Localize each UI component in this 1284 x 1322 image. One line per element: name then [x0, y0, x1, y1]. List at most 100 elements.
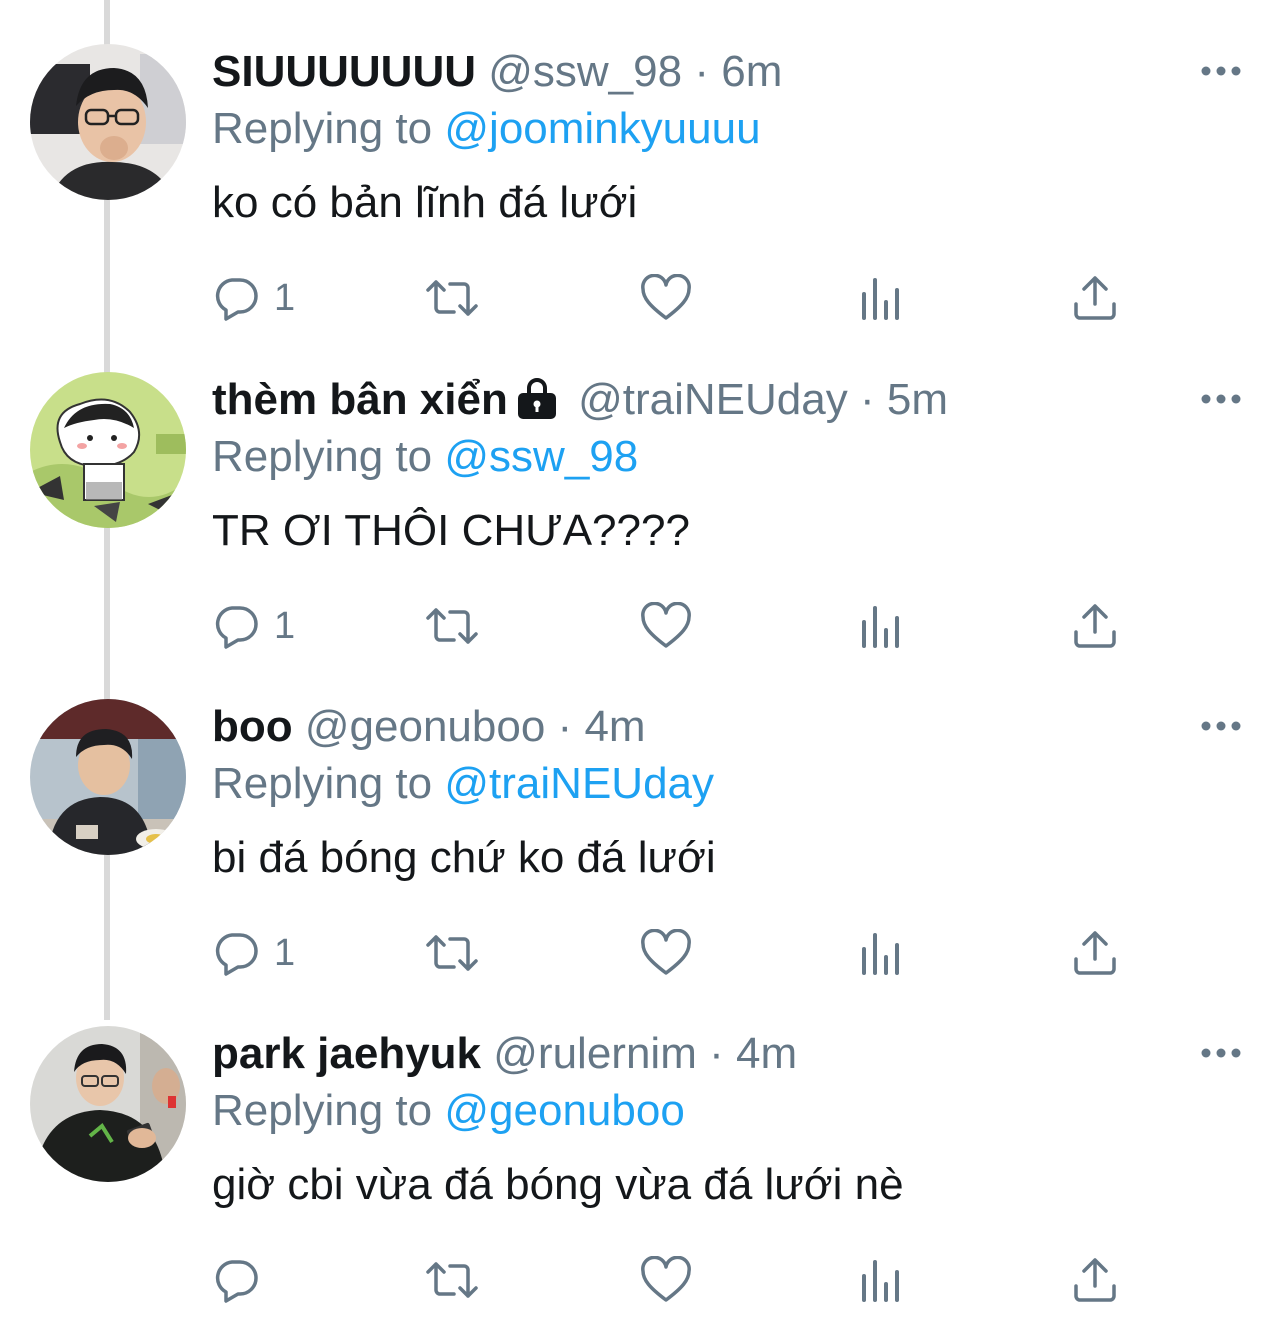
retweet-button[interactable] — [422, 925, 482, 981]
analytics-icon — [862, 606, 899, 648]
more-options-button[interactable] — [1198, 713, 1244, 739]
more-icon — [1201, 721, 1241, 731]
more-icon — [1201, 1048, 1241, 1058]
heart-icon — [641, 929, 691, 975]
reply-count: 1 — [274, 276, 296, 319]
tweet-actions: 1 — [212, 598, 1132, 654]
lock-icon — [517, 378, 556, 419]
replying-to: Replying to @geonuboo — [212, 1083, 685, 1139]
user-handle[interactable]: @traiNEUday — [578, 375, 848, 424]
replying-to-label: Replying to — [212, 759, 433, 808]
separator-dot: · — [709, 1029, 724, 1078]
user-handle[interactable]: @ssw_98 — [488, 47, 682, 96]
share-icon — [1074, 604, 1116, 648]
reply-button[interactable]: 1 — [212, 270, 295, 326]
timestamp[interactable]: 4m — [736, 1029, 797, 1078]
timestamp[interactable]: 5m — [887, 375, 948, 424]
separator-dot: · — [859, 375, 875, 424]
analytics-button[interactable] — [860, 598, 904, 654]
heart-icon — [641, 1256, 691, 1302]
reply-mention-link[interactable]: @ssw_98 — [444, 432, 638, 481]
like-button[interactable] — [640, 598, 692, 654]
analytics-button[interactable] — [860, 270, 904, 326]
reply-icon — [215, 278, 258, 321]
analytics-button[interactable] — [860, 925, 904, 981]
avatar-photo — [30, 44, 186, 200]
analytics-icon — [862, 1260, 899, 1302]
share-icon — [1074, 1258, 1116, 1302]
share-button[interactable] — [1072, 1252, 1118, 1308]
tweet-header: park jaehyuk @rulernim · 4m — [212, 1026, 797, 1082]
like-button[interactable] — [640, 925, 692, 981]
avatar-cartoon — [30, 372, 186, 528]
replying-to-label: Replying to — [212, 432, 433, 481]
replying-to-label: Replying to — [212, 1086, 433, 1135]
reply-tweet[interactable]: SIUUUUUUU @ssw_98 · 6m Replying to @joom… — [0, 0, 1284, 327]
replying-to-label: Replying to — [212, 104, 433, 153]
tweet-header: thèm bân xiển @traiNEUday · 5m — [212, 372, 948, 428]
reply-button[interactable]: 1 — [212, 598, 295, 654]
display-name[interactable]: park jaehyuk — [212, 1029, 481, 1078]
retweet-button[interactable] — [422, 270, 482, 326]
reply-mention-link[interactable]: @traiNEUday — [444, 759, 714, 808]
more-options-button[interactable] — [1198, 58, 1244, 84]
tweet-header: boo @geonuboo · 4m — [212, 699, 646, 755]
retweet-button[interactable] — [422, 1252, 482, 1308]
retweet-icon — [426, 935, 478, 971]
retweet-icon — [426, 1262, 478, 1298]
replying-to: Replying to @traiNEUday — [212, 756, 714, 812]
retweet-icon — [426, 280, 478, 316]
retweet-button[interactable] — [422, 598, 482, 654]
retweet-icon — [426, 608, 478, 644]
reply-icon — [215, 933, 258, 976]
avatar-photo — [30, 1026, 186, 1182]
heart-icon — [641, 274, 691, 320]
reply-tweet[interactable]: thèm bân xiển @traiNEUday · 5m Replying … — [0, 328, 1284, 655]
reply-mention-link[interactable]: @joominkyuuuu — [444, 104, 760, 153]
tweet-actions: 1 — [212, 270, 1132, 326]
analytics-button[interactable] — [860, 1252, 904, 1308]
avatar[interactable] — [30, 372, 186, 528]
more-options-button[interactable] — [1198, 1040, 1244, 1066]
user-handle[interactable]: @rulernim — [493, 1029, 697, 1078]
display-name[interactable]: thèm bân xiển — [212, 375, 508, 424]
like-button[interactable] — [640, 270, 692, 326]
avatar[interactable] — [30, 1026, 186, 1182]
reply-icon — [215, 1260, 258, 1303]
tweet-header: SIUUUUUUU @ssw_98 · 6m — [212, 44, 782, 100]
timestamp[interactable]: 4m — [584, 702, 645, 751]
reply-mention-link[interactable]: @geonuboo — [444, 1086, 684, 1135]
reply-icon — [215, 606, 258, 649]
reply-count: 1 — [274, 604, 296, 647]
avatar[interactable] — [30, 44, 186, 200]
more-icon — [1201, 394, 1241, 404]
display-name[interactable]: SIUUUUUUU — [212, 47, 476, 96]
reply-button[interactable] — [212, 1252, 274, 1308]
share-button[interactable] — [1072, 270, 1118, 326]
reply-tweet[interactable]: park jaehyuk @rulernim · 4m Replying to … — [0, 982, 1284, 1309]
user-handle[interactable]: @geonuboo — [305, 702, 545, 751]
more-options-button[interactable] — [1198, 386, 1244, 412]
separator-dot: · — [694, 47, 709, 96]
tweet-text: TR ƠI THÔI CHƯA???? — [212, 506, 690, 555]
replying-to: Replying to @ssw_98 — [212, 429, 638, 485]
tweet-actions — [212, 1252, 1132, 1308]
avatar[interactable] — [30, 699, 186, 855]
share-icon — [1074, 276, 1116, 320]
share-icon — [1074, 931, 1116, 975]
analytics-icon — [862, 278, 899, 320]
analytics-icon — [862, 933, 899, 975]
reply-button[interactable]: 1 — [212, 925, 295, 981]
like-button[interactable] — [640, 1252, 692, 1308]
reply-count: 1 — [274, 931, 296, 974]
more-icon — [1201, 66, 1241, 76]
tweet-text: bi đá bóng chứ ko đá lưới — [212, 833, 716, 882]
timestamp[interactable]: 6m — [721, 47, 782, 96]
tweet-actions: 1 — [212, 925, 1132, 981]
heart-icon — [641, 602, 691, 648]
share-button[interactable] — [1072, 598, 1118, 654]
tweet-text: ko có bản lĩnh đá lưới — [212, 178, 638, 227]
share-button[interactable] — [1072, 925, 1118, 981]
display-name[interactable]: boo — [212, 702, 293, 751]
reply-tweet[interactable]: boo @geonuboo · 4m Replying to @traiNEUd… — [0, 655, 1284, 982]
